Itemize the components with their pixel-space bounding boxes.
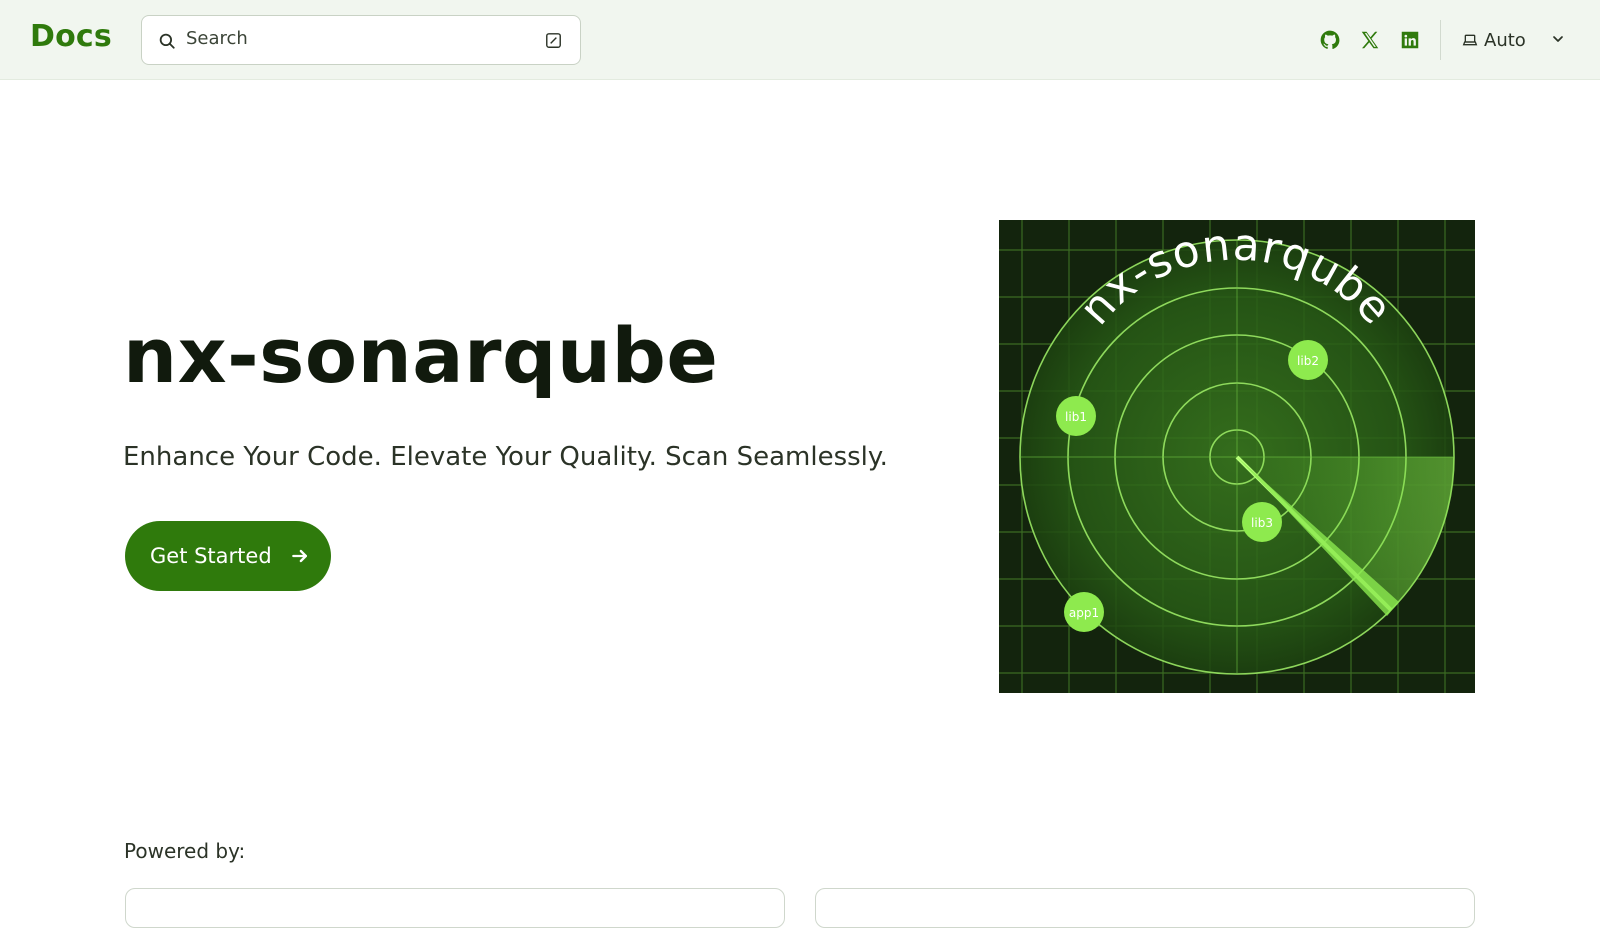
svg-text:lib3: lib3 bbox=[1251, 516, 1273, 530]
linkedin-link[interactable] bbox=[1398, 28, 1422, 52]
keyboard-shortcut-icon bbox=[546, 33, 561, 48]
blip-lib3: lib3 bbox=[1242, 502, 1282, 542]
powered-by-label: Powered by: bbox=[124, 839, 246, 863]
laptop-icon bbox=[1462, 34, 1478, 46]
svg-text:lib2: lib2 bbox=[1297, 354, 1319, 368]
search-placeholder: Search bbox=[186, 28, 248, 49]
search-icon bbox=[159, 33, 175, 49]
radar-hero-image: nx-sonarqube lib1 lib2 lib3 app1 bbox=[999, 220, 1475, 693]
sponsor-card[interactable] bbox=[125, 888, 785, 928]
linkedin-icon bbox=[1401, 31, 1419, 49]
blip-lib1: lib1 bbox=[1056, 396, 1096, 436]
arrow-right-icon bbox=[291, 549, 307, 563]
x-icon bbox=[1361, 31, 1379, 49]
sponsor-card[interactable] bbox=[815, 888, 1475, 928]
get-started-button[interactable]: Get Started bbox=[125, 521, 331, 591]
github-icon bbox=[1320, 30, 1340, 50]
search-input[interactable]: Search bbox=[141, 15, 581, 65]
svg-text:app1: app1 bbox=[1069, 606, 1099, 620]
top-nav: Docs Search Auto bbox=[0, 0, 1600, 80]
theme-label: Auto bbox=[1484, 29, 1526, 51]
page-title: nx-sonarqube bbox=[123, 311, 719, 400]
x-link[interactable] bbox=[1358, 28, 1382, 52]
docs-logo[interactable]: Docs bbox=[30, 19, 112, 54]
hero-tagline: Enhance Your Code. Elevate Your Quality.… bbox=[123, 442, 888, 472]
theme-selector[interactable]: Auto bbox=[1462, 26, 1526, 54]
get-started-label: Get Started bbox=[150, 544, 272, 568]
svg-text:lib1: lib1 bbox=[1065, 410, 1087, 424]
header-divider bbox=[1440, 20, 1441, 60]
github-link[interactable] bbox=[1318, 28, 1342, 52]
blip-lib2: lib2 bbox=[1288, 340, 1328, 380]
chevron-down-icon[interactable] bbox=[1550, 31, 1566, 47]
blip-app1: app1 bbox=[1064, 592, 1104, 632]
